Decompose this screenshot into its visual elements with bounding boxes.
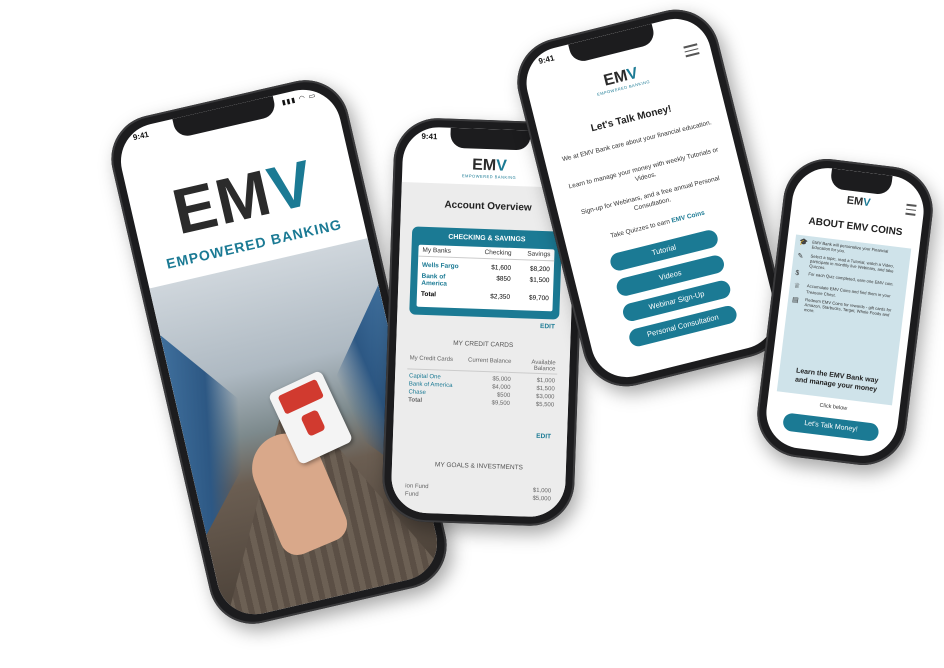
notch [450,127,531,151]
about-coins-screen: EMV ABOUT EMV COINS 🎓 EMV Bank will pers… [762,164,928,460]
checking-savings-table: My Banks Checking Savings Wells Fargo $1… [416,244,555,312]
coin-icon: $ [794,269,800,278]
status-time: 9:41 [421,131,438,142]
treasure-icon: ♕ [793,282,801,291]
goals-table: ion Fund $1,000 Fund $5,000 [403,482,553,503]
section-title: MY GOALS & INVESTMENTS [434,461,524,472]
notch [829,168,893,196]
section-title: MY CREDIT CARDS [453,339,514,350]
panel-header: CHECKING & SAVINGS [448,233,526,244]
phone-about-coins: EMV ABOUT EMV COINS 🎓 EMV Bank will pers… [752,153,938,471]
menu-icon[interactable] [905,203,917,219]
lets-talk-money-button[interactable]: Let's Talk Money! [782,412,880,442]
graduation-cap-icon: 🎓 [798,238,809,247]
overview-body: Account Overview CHECKING & SAVINGS My B… [390,182,576,518]
cta-text: Learn the EMV Bank way and manage your m… [794,367,879,394]
checking-savings-panel: CHECKING & SAVINGS My Banks Checking Sav… [409,226,563,320]
gift-card-icon: ▤ [791,296,800,304]
credit-cards-table: My Credit Cards Current Balance Availabl… [406,354,558,409]
notch [172,95,278,139]
notch [568,23,657,64]
edit-link[interactable]: EDIT [540,323,555,331]
pointer-icon: ✎ [797,252,804,260]
emv-coins-link[interactable]: EMV Coins [671,210,706,225]
coins-info-panel: 🎓 EMV Bank will personalize your Financi… [776,234,912,406]
edit-link[interactable]: EDIT [536,433,551,441]
emv-logo: EMV [166,146,321,249]
status-time: 9:41 [537,53,556,66]
status-icons: ▮▮▮ ◠ ▭ [281,92,318,107]
status-time: 9:41 [132,129,150,143]
